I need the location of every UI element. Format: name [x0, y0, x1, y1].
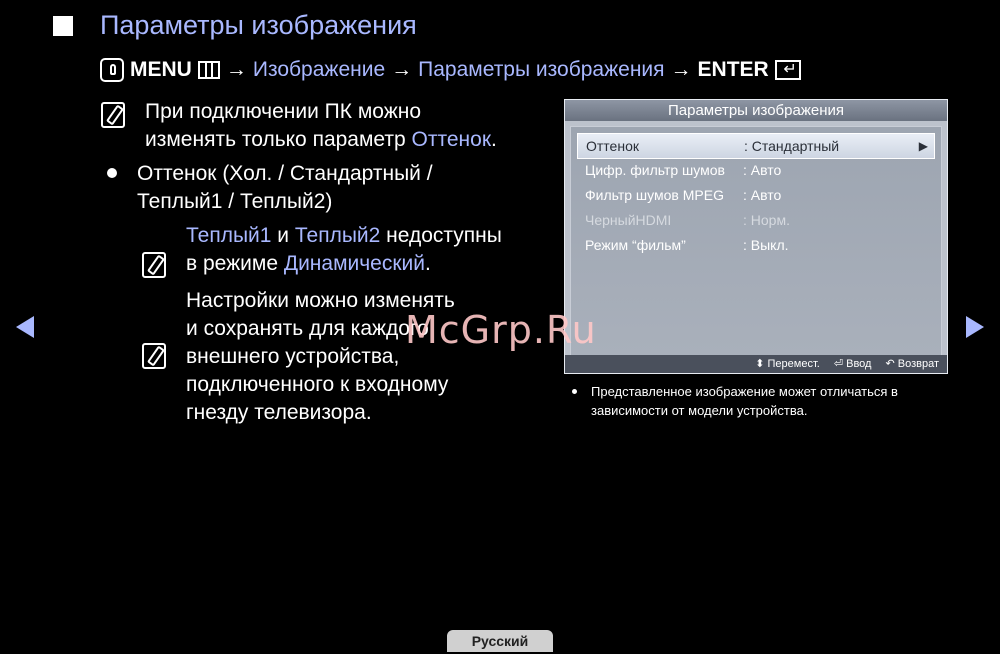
osd-footer-back: ↶ Возврат: [885, 355, 939, 373]
note-highlight: Динамический: [283, 252, 426, 275]
note-line: Теплый1 и Теплый2 недоступны: [186, 222, 546, 250]
note-highlight: Теплый1: [186, 224, 272, 247]
note-text: недоступны: [380, 224, 502, 247]
remote-hand-icon: [100, 58, 124, 82]
menu-label: MENU: [130, 58, 192, 81]
note-icon: [142, 343, 166, 369]
osd-footer-label: Ввод: [846, 358, 872, 370]
language-tab[interactable]: Русский: [447, 630, 553, 652]
path-arrow: →: [670, 58, 692, 81]
osd-row-mpeg-nr[interactable]: Фильтр шумов MPEG : Авто: [577, 183, 935, 207]
menu-icon: [197, 61, 220, 79]
osd-row-film-mode[interactable]: Режим “фильм” : Выкл.: [577, 233, 935, 257]
osd-footer-enter: ⏎ Ввод: [834, 355, 872, 373]
osd-footer-label: Перемест.: [767, 358, 820, 370]
note-text: в режиме: [186, 252, 284, 275]
note-line: изменять только параметр Оттенок.: [145, 126, 545, 154]
tint-bullet: Оттенок (Хол. / Стандартный / Теплый1 / …: [137, 160, 537, 216]
disclaimer-dot: [572, 389, 577, 394]
osd-footer: ⬍ Перемест. ⏎ Ввод ↶ Возврат: [565, 355, 947, 373]
note-line: в режиме Динамический.: [186, 250, 546, 278]
next-page-icon[interactable]: [966, 316, 984, 338]
osd-row-tint[interactable]: Оттенок : Стандартный ▶: [577, 133, 935, 159]
note-highlight: Теплый2: [294, 224, 381, 247]
osd-row-value: : Стандартный: [744, 138, 840, 154]
note-text: .: [491, 128, 497, 151]
note-highlight: Оттенок: [411, 128, 492, 151]
enter-icon: [774, 59, 801, 80]
note-text: .: [425, 252, 431, 275]
osd-picture-options-panel: Параметры изображения Оттенок : Стандарт…: [564, 99, 948, 374]
note-line: гнезду телевизора.: [186, 401, 372, 424]
enter-icon: ⏎: [833, 358, 844, 370]
osd-row-digital-nr[interactable]: Цифр. фильтр шумов : Авто: [577, 158, 935, 182]
osd-row-label: Цифр. фильтр шумов: [585, 162, 725, 178]
note-text: изменять только параметр: [145, 128, 412, 151]
path-item-picture: Изображение: [252, 58, 386, 81]
bullet-dot: [107, 168, 117, 178]
path-arrow: →: [391, 58, 413, 81]
bullet-line: Теплый1 / Теплый2): [137, 190, 333, 213]
note-line: подключенного к входному: [186, 373, 449, 396]
path-arrow: →: [225, 58, 247, 81]
osd-footer-move: ⬍ Перемест.: [755, 355, 820, 373]
note-warm-text: Теплый1 и Теплый2 недоступны в режиме Ди…: [186, 222, 546, 278]
page-title: Параметры изображения: [100, 10, 417, 40]
osd-row-value: : Выкл.: [743, 237, 789, 253]
osd-row-value: : Авто: [743, 187, 782, 203]
osd-row-label: Режим “фильм”: [585, 237, 686, 253]
note-text: и: [271, 224, 295, 247]
enter-label: ENTER: [697, 58, 769, 81]
title-bullet-square: [53, 16, 73, 36]
up-down-icon: ⬍: [755, 358, 765, 370]
osd-row-value: : Норм.: [743, 212, 790, 228]
osd-row-value: : Авто: [743, 162, 782, 178]
osd-header: Параметры изображения: [565, 100, 947, 121]
osd-row-hdmi-black: ЧерныйHDMI : Норм.: [577, 208, 935, 232]
path-item-picture-options: Параметры изображения: [418, 58, 665, 81]
osd-body: Оттенок : Стандартный ▶ Цифр. фильтр шум…: [570, 126, 942, 356]
note-icon: [101, 102, 125, 128]
disclaimer-text: Представленное изображение может отличат…: [591, 382, 951, 420]
note-icon: [142, 252, 166, 278]
osd-row-label: Фильтр шумов MPEG: [585, 187, 724, 203]
osd-row-label: ЧерныйHDMI: [585, 212, 672, 228]
note-pc-text: При подключении ПК можно изменять только…: [145, 98, 545, 154]
menu-path: MENU → Изображение → Параметры изображен…: [100, 58, 801, 82]
play-right-icon: ▶: [918, 139, 928, 153]
bullet-line: Оттенок (Хол. / Стандартный /: [137, 162, 433, 185]
osd-row-label: Оттенок: [586, 138, 639, 154]
note-line: При подключении ПК можно: [145, 100, 422, 123]
previous-page-icon[interactable]: [16, 316, 34, 338]
watermark: McGrp.Ru: [405, 308, 597, 352]
disclaimer-line: Представленное изображение может отличат…: [591, 384, 898, 399]
osd-footer-label: Возврат: [897, 358, 939, 370]
return-icon: ↶: [885, 358, 895, 370]
disclaimer-line: зависимости от модели устройства.: [591, 403, 808, 418]
